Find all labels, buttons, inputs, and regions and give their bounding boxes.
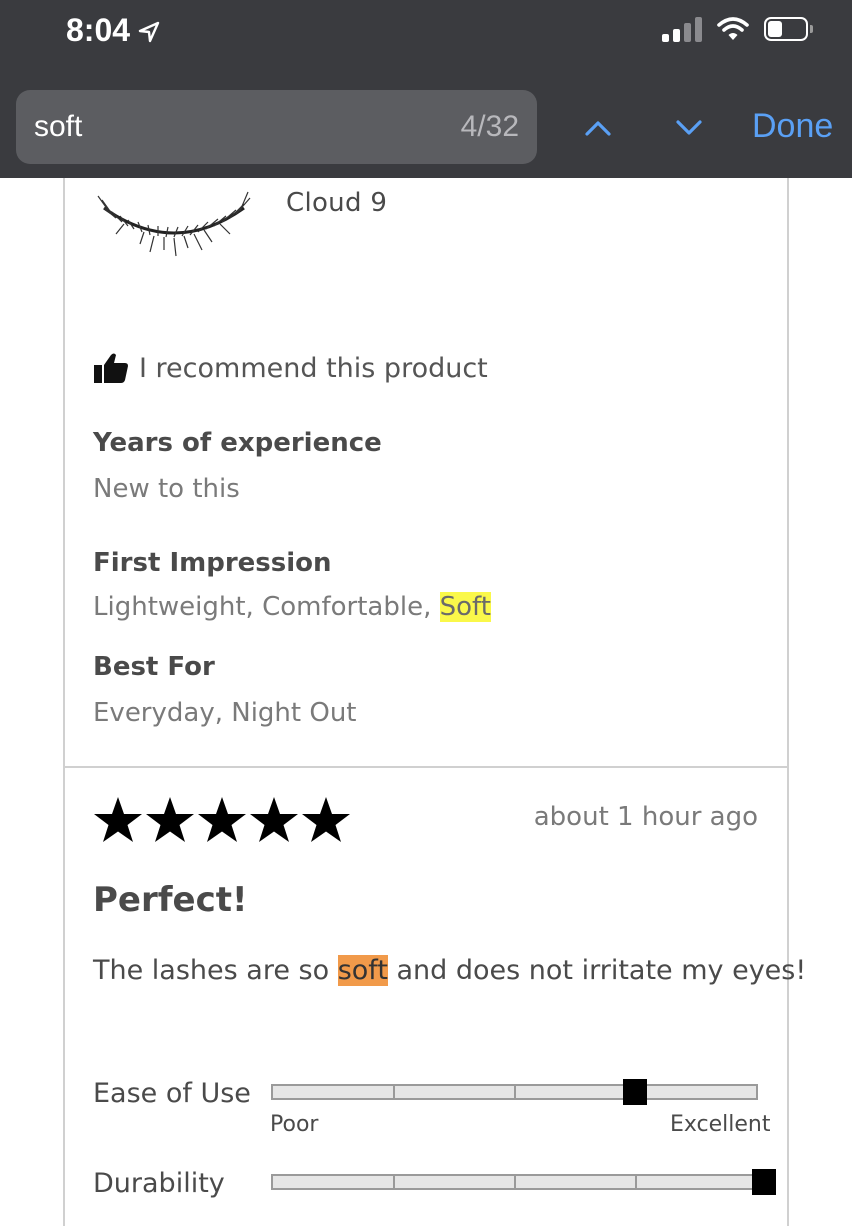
wifi-icon [717,17,749,40]
star-icon [198,797,246,842]
star-rating [93,796,351,844]
previous-match-button[interactable] [578,108,618,148]
status-time: 8:04 [66,12,160,49]
recommend-text: I recommend this product [139,352,488,384]
search-match-highlight: Soft [439,592,491,622]
eyelash-image [97,191,251,257]
impression-value: Lightweight, Comfortable, Soft [93,592,491,622]
ease-of-use-label: Ease of Use [93,1078,251,1109]
star-icon [94,797,142,842]
current-search-match-highlight: soft [337,955,388,986]
scale-max-label: Excellent [670,1112,771,1137]
years-value: New to this [93,474,240,504]
star-icon [146,797,194,842]
impression-value-text: Lightweight, Comfortable, [93,592,440,622]
impression-label: First Impression [93,548,332,578]
find-search-field[interactable]: 4/32 [16,90,537,164]
location-arrow-icon [138,21,160,42]
review-body-end: and does not irritate my eyes! [387,955,807,986]
battery-icon [764,17,813,41]
review-title: Perfect! [93,880,248,920]
chevron-down-icon [676,120,702,135]
status-time-text: 8:04 [66,12,131,48]
chevron-up-icon [585,121,611,136]
ease-of-use-slider [271,1079,758,1105]
status-icons [662,16,813,42]
durability-marker [752,1169,776,1195]
product-name: Cloud 9 [286,188,388,218]
review-body-start: The lashes are so [93,955,338,986]
done-button[interactable]: Done [752,107,833,146]
star-icon [250,797,298,842]
thumbs-up-icon [94,353,128,383]
review-time: about 1 hour ago [533,802,758,832]
scale-min-label: Poor [270,1112,319,1137]
star-icon [302,797,350,842]
ease-of-use-marker [623,1079,647,1105]
review-body: The lashes are so soft and does not irri… [93,955,806,986]
durability-label: Durability [93,1168,225,1199]
match-count: 4/32 [460,110,519,143]
years-label: Years of experience [93,428,382,458]
find-in-page-toolbar: 8:04 4/32 Done [0,0,852,178]
find-search-input[interactable] [34,110,334,144]
best-for-label: Best For [93,652,215,682]
cellular-signal-icon [662,16,702,42]
recommend-row: I recommend this product [93,352,488,384]
durability-slider [271,1169,776,1195]
best-for-value: Everyday, Night Out [93,698,357,728]
next-match-button[interactable] [669,108,709,148]
